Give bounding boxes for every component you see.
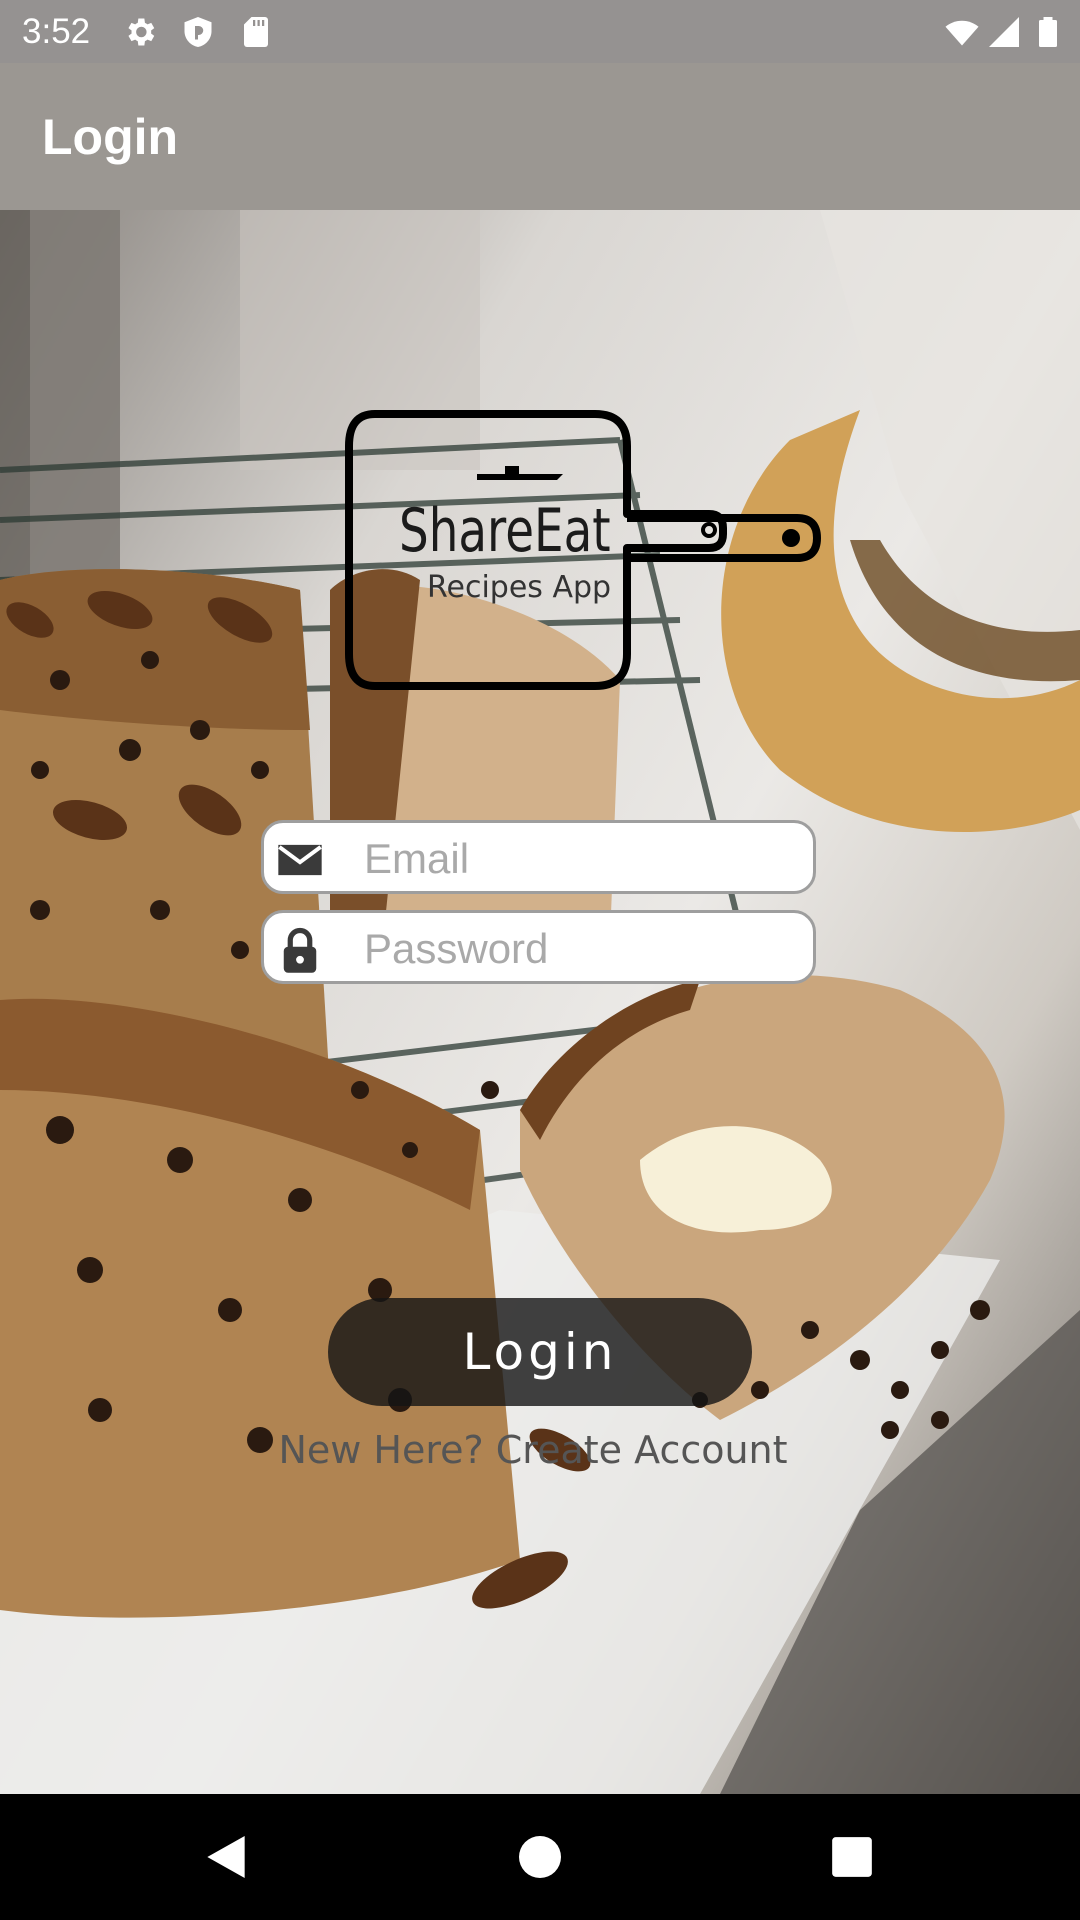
login-screen: ShareEat Recipes App Login New Here? Cre… <box>0 210 1080 1794</box>
password-input[interactable] <box>364 919 794 979</box>
cellular-signal-icon <box>989 17 1019 47</box>
create-account-link[interactable]: New Here? Create Account <box>0 1428 1066 1472</box>
email-field[interactable] <box>261 820 816 894</box>
email-input[interactable] <box>364 829 794 889</box>
page-title: Login <box>42 109 179 165</box>
system-nav-bar <box>0 1794 1080 1920</box>
status-time: 3:52 <box>22 12 91 51</box>
gear-icon <box>128 18 155 46</box>
battery-icon <box>1039 17 1057 47</box>
status-bar: 3:52 <box>0 0 1080 63</box>
wifi-icon <box>945 20 979 46</box>
app-bar: Login <box>0 63 1080 210</box>
lock-icon <box>283 927 317 973</box>
mail-icon <box>278 844 322 876</box>
logo-name: ShareEat <box>399 496 611 566</box>
back-icon[interactable] <box>198 1829 254 1885</box>
app-logo: ShareEat Recipes App <box>345 408 825 696</box>
logo-tagline: Recipes App <box>427 570 612 605</box>
sd-card-icon <box>244 17 268 47</box>
recents-icon[interactable] <box>824 1829 880 1885</box>
shield-icon <box>184 17 212 47</box>
password-field[interactable] <box>261 910 816 984</box>
login-button[interactable]: Login <box>328 1298 752 1406</box>
home-icon[interactable] <box>512 1829 568 1885</box>
